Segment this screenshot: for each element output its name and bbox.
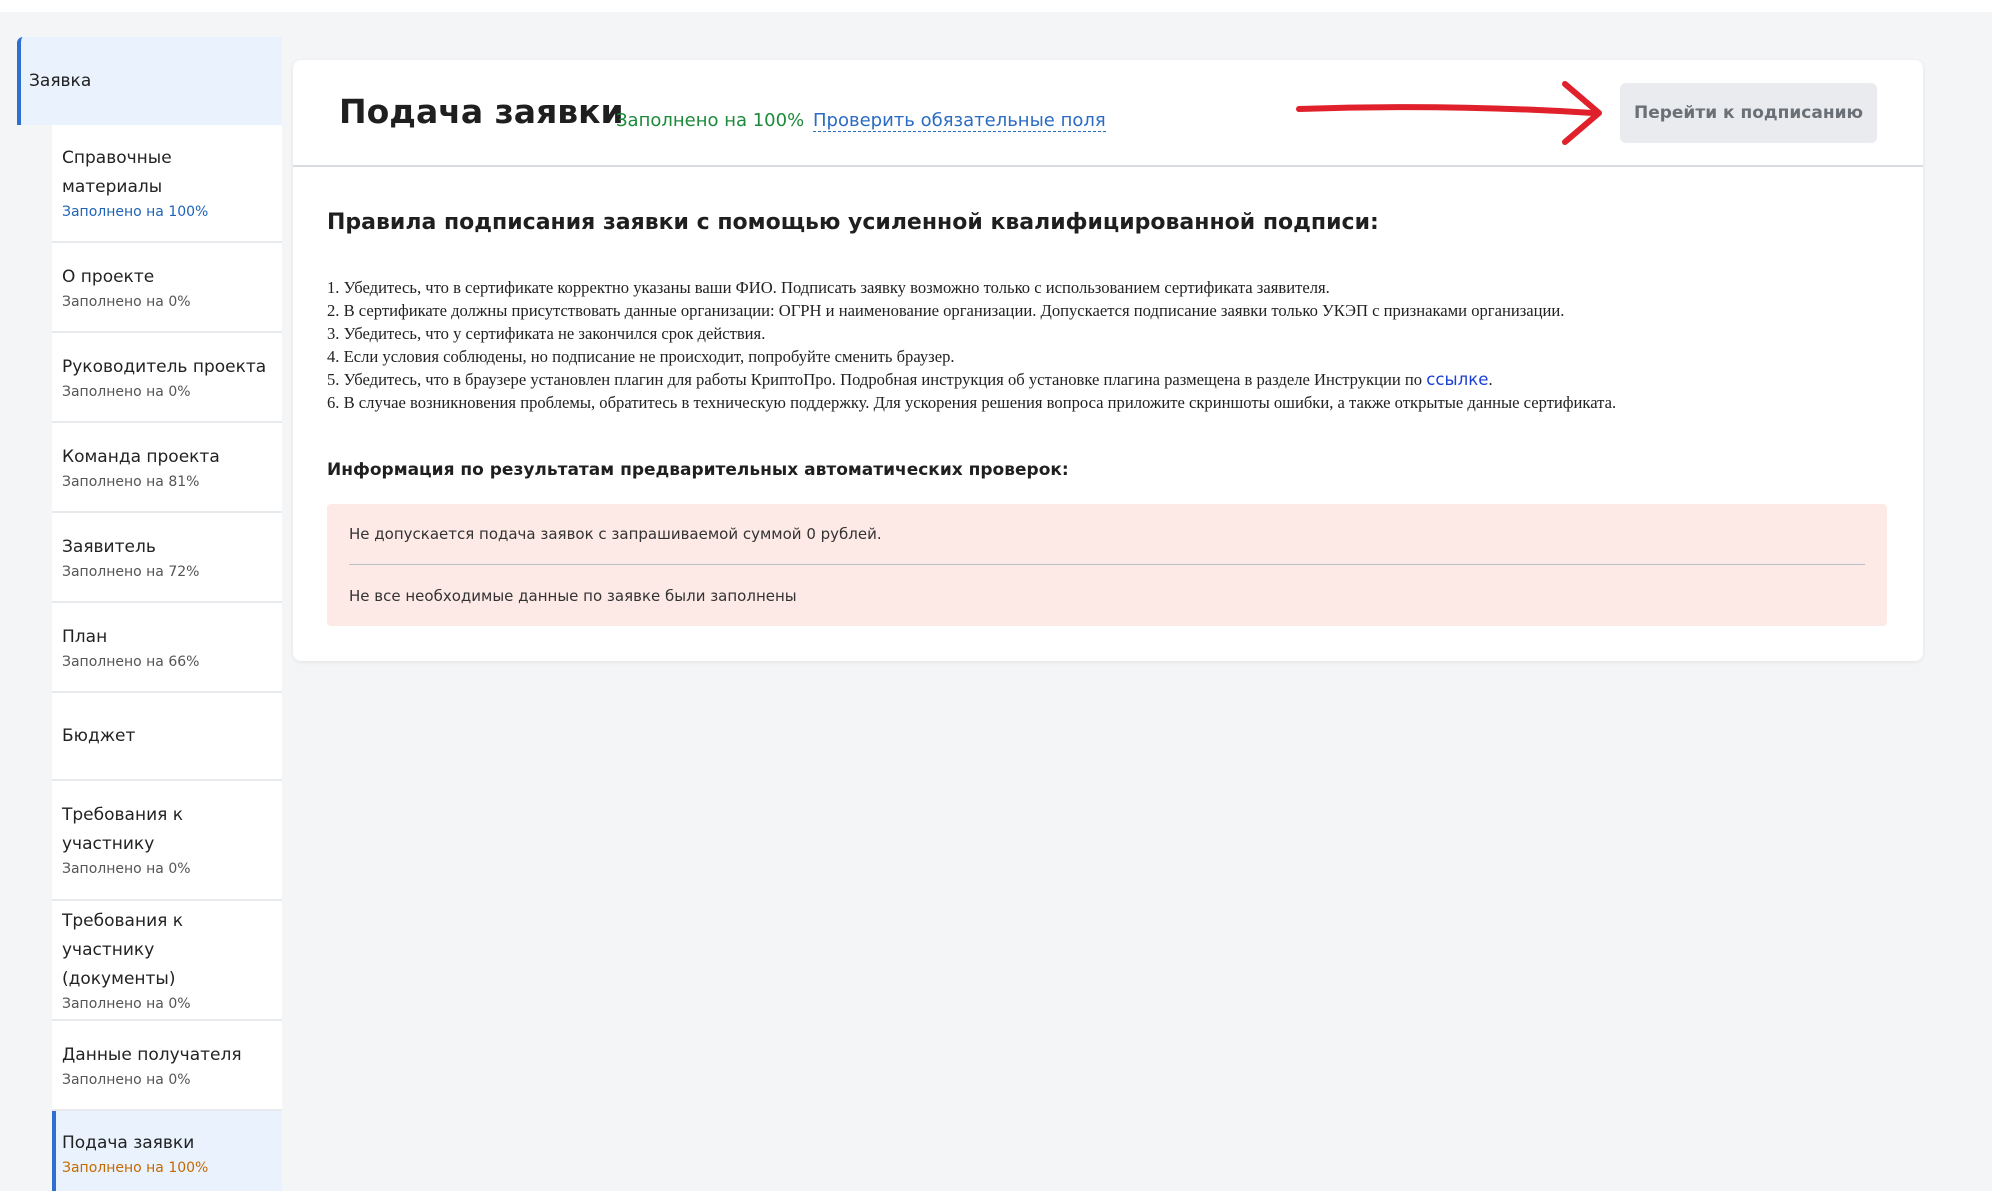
alert-message: Не допускается подача заявок с запрашива… <box>349 504 1865 565</box>
sidebar-item-label: О проекте <box>62 266 155 287</box>
instructions-link[interactable]: ссылке <box>1426 370 1488 389</box>
validation-alert: Не допускается подача заявок с запрашива… <box>327 504 1887 626</box>
rule-item: 3. Убедитесь, что у сертификата не закон… <box>327 324 766 343</box>
submission-card: Подача заявки Заполнено на 100% Проверит… <box>293 60 1923 661</box>
sidebar-item-project-team[interactable]: Команда проекта Заполнено на 81% <box>52 423 282 513</box>
sidebar-header[interactable]: Заявка <box>17 37 282 125</box>
page-title: Подача заявки <box>339 92 624 131</box>
sidebar-item-label: Справочные материалы <box>62 148 172 197</box>
sidebar-item-status: Заполнено на 0% <box>62 1071 191 1088</box>
info-title: Информация по результатам предварительны… <box>327 460 1069 480</box>
sidebar: Заявка Справочные материалы Заполнено на… <box>17 37 282 1191</box>
sidebar-item-status: Заполнено на 81% <box>62 473 200 490</box>
top-strip <box>0 0 1992 12</box>
rule-item: 6. В случае возникновения проблемы, обра… <box>327 393 1617 412</box>
sidebar-item-label: Данные получателя <box>62 1044 242 1065</box>
sidebar-item-budget[interactable]: Бюджет <box>52 693 282 781</box>
sidebar-item-label: Требования к участнику <box>62 805 184 854</box>
sidebar-list: Справочные материалы Заполнено на 100% О… <box>52 125 282 1191</box>
sidebar-item-recipient-data[interactable]: Данные получателя Заполнено на 0% <box>52 1021 282 1111</box>
sidebar-item-submission[interactable]: Подача заявки Заполнено на 100% <box>52 1111 282 1191</box>
go-to-signing-button[interactable]: Перейти к подписанию <box>1620 83 1877 143</box>
sidebar-item-status: Заполнено на 100% <box>62 1159 209 1176</box>
sidebar-item-participant-requirements[interactable]: Требования к участнику Заполнено на 0% <box>52 781 282 901</box>
fill-status: Заполнено на 100% <box>616 110 805 131</box>
rule-item: 1. Убедитесь, что в сертификате корректн… <box>327 278 1330 297</box>
check-required-fields-link[interactable]: Проверить обязательные поля <box>813 110 1106 132</box>
sidebar-item-label: Команда проекта <box>62 446 220 467</box>
alert-message: Не все необходимые данные по заявке были… <box>349 586 797 605</box>
sidebar-item-participant-documents[interactable]: Требования к участнику (документы) Запол… <box>52 901 282 1021</box>
sidebar-item-about-project[interactable]: О проекте Заполнено на 0% <box>52 243 282 333</box>
sidebar-item-applicant[interactable]: Заявитель Заполнено на 72% <box>52 513 282 603</box>
rules-list: 1. Убедитесь, что в сертификате корректн… <box>327 276 1897 414</box>
sidebar-item-label: Подача заявки <box>62 1132 195 1153</box>
sidebar-item-status: Заполнено на 66% <box>62 653 200 670</box>
rule-item: 5. Убедитесь, что в браузере установлен … <box>327 370 1493 389</box>
sidebar-item-reference-materials[interactable]: Справочные материалы Заполнено на 100% <box>52 125 282 243</box>
rules-title: Правила подписания заявки с помощью усил… <box>327 210 1379 235</box>
sidebar-item-label: Бюджет <box>62 725 136 746</box>
sidebar-item-status: Заполнено на 100% <box>62 204 209 220</box>
card-header: Подача заявки Заполнено на 100% Проверит… <box>293 60 1923 167</box>
sidebar-item-status: Заполнено на 0% <box>62 293 191 310</box>
sidebar-item-label: План <box>62 626 108 647</box>
sidebar-item-status: Заполнено на 0% <box>62 861 191 877</box>
rule-item: 4. Если условия соблюдены, но подписание… <box>327 347 955 366</box>
sidebar-item-project-leader[interactable]: Руководитель проекта Заполнено на 0% <box>52 333 282 423</box>
red-arrow-icon <box>1296 81 1602 145</box>
sidebar-item-label: Руководитель проекта <box>62 356 267 377</box>
rule-item: 2. В сертификате должны присутствовать д… <box>327 301 1565 320</box>
sidebar-item-plan[interactable]: План Заполнено на 66% <box>52 603 282 693</box>
sidebar-item-label: Требования к участнику (документы) <box>62 910 184 989</box>
sidebar-item-status: Заполнено на 0% <box>62 383 191 400</box>
sidebar-item-status: Заполнено на 0% <box>62 995 191 1012</box>
rule-item-text: 5. Убедитесь, что в браузере установлен … <box>327 370 1423 389</box>
sidebar-item-status: Заполнено на 72% <box>62 563 200 580</box>
sidebar-item-label: Заявитель <box>62 536 156 557</box>
